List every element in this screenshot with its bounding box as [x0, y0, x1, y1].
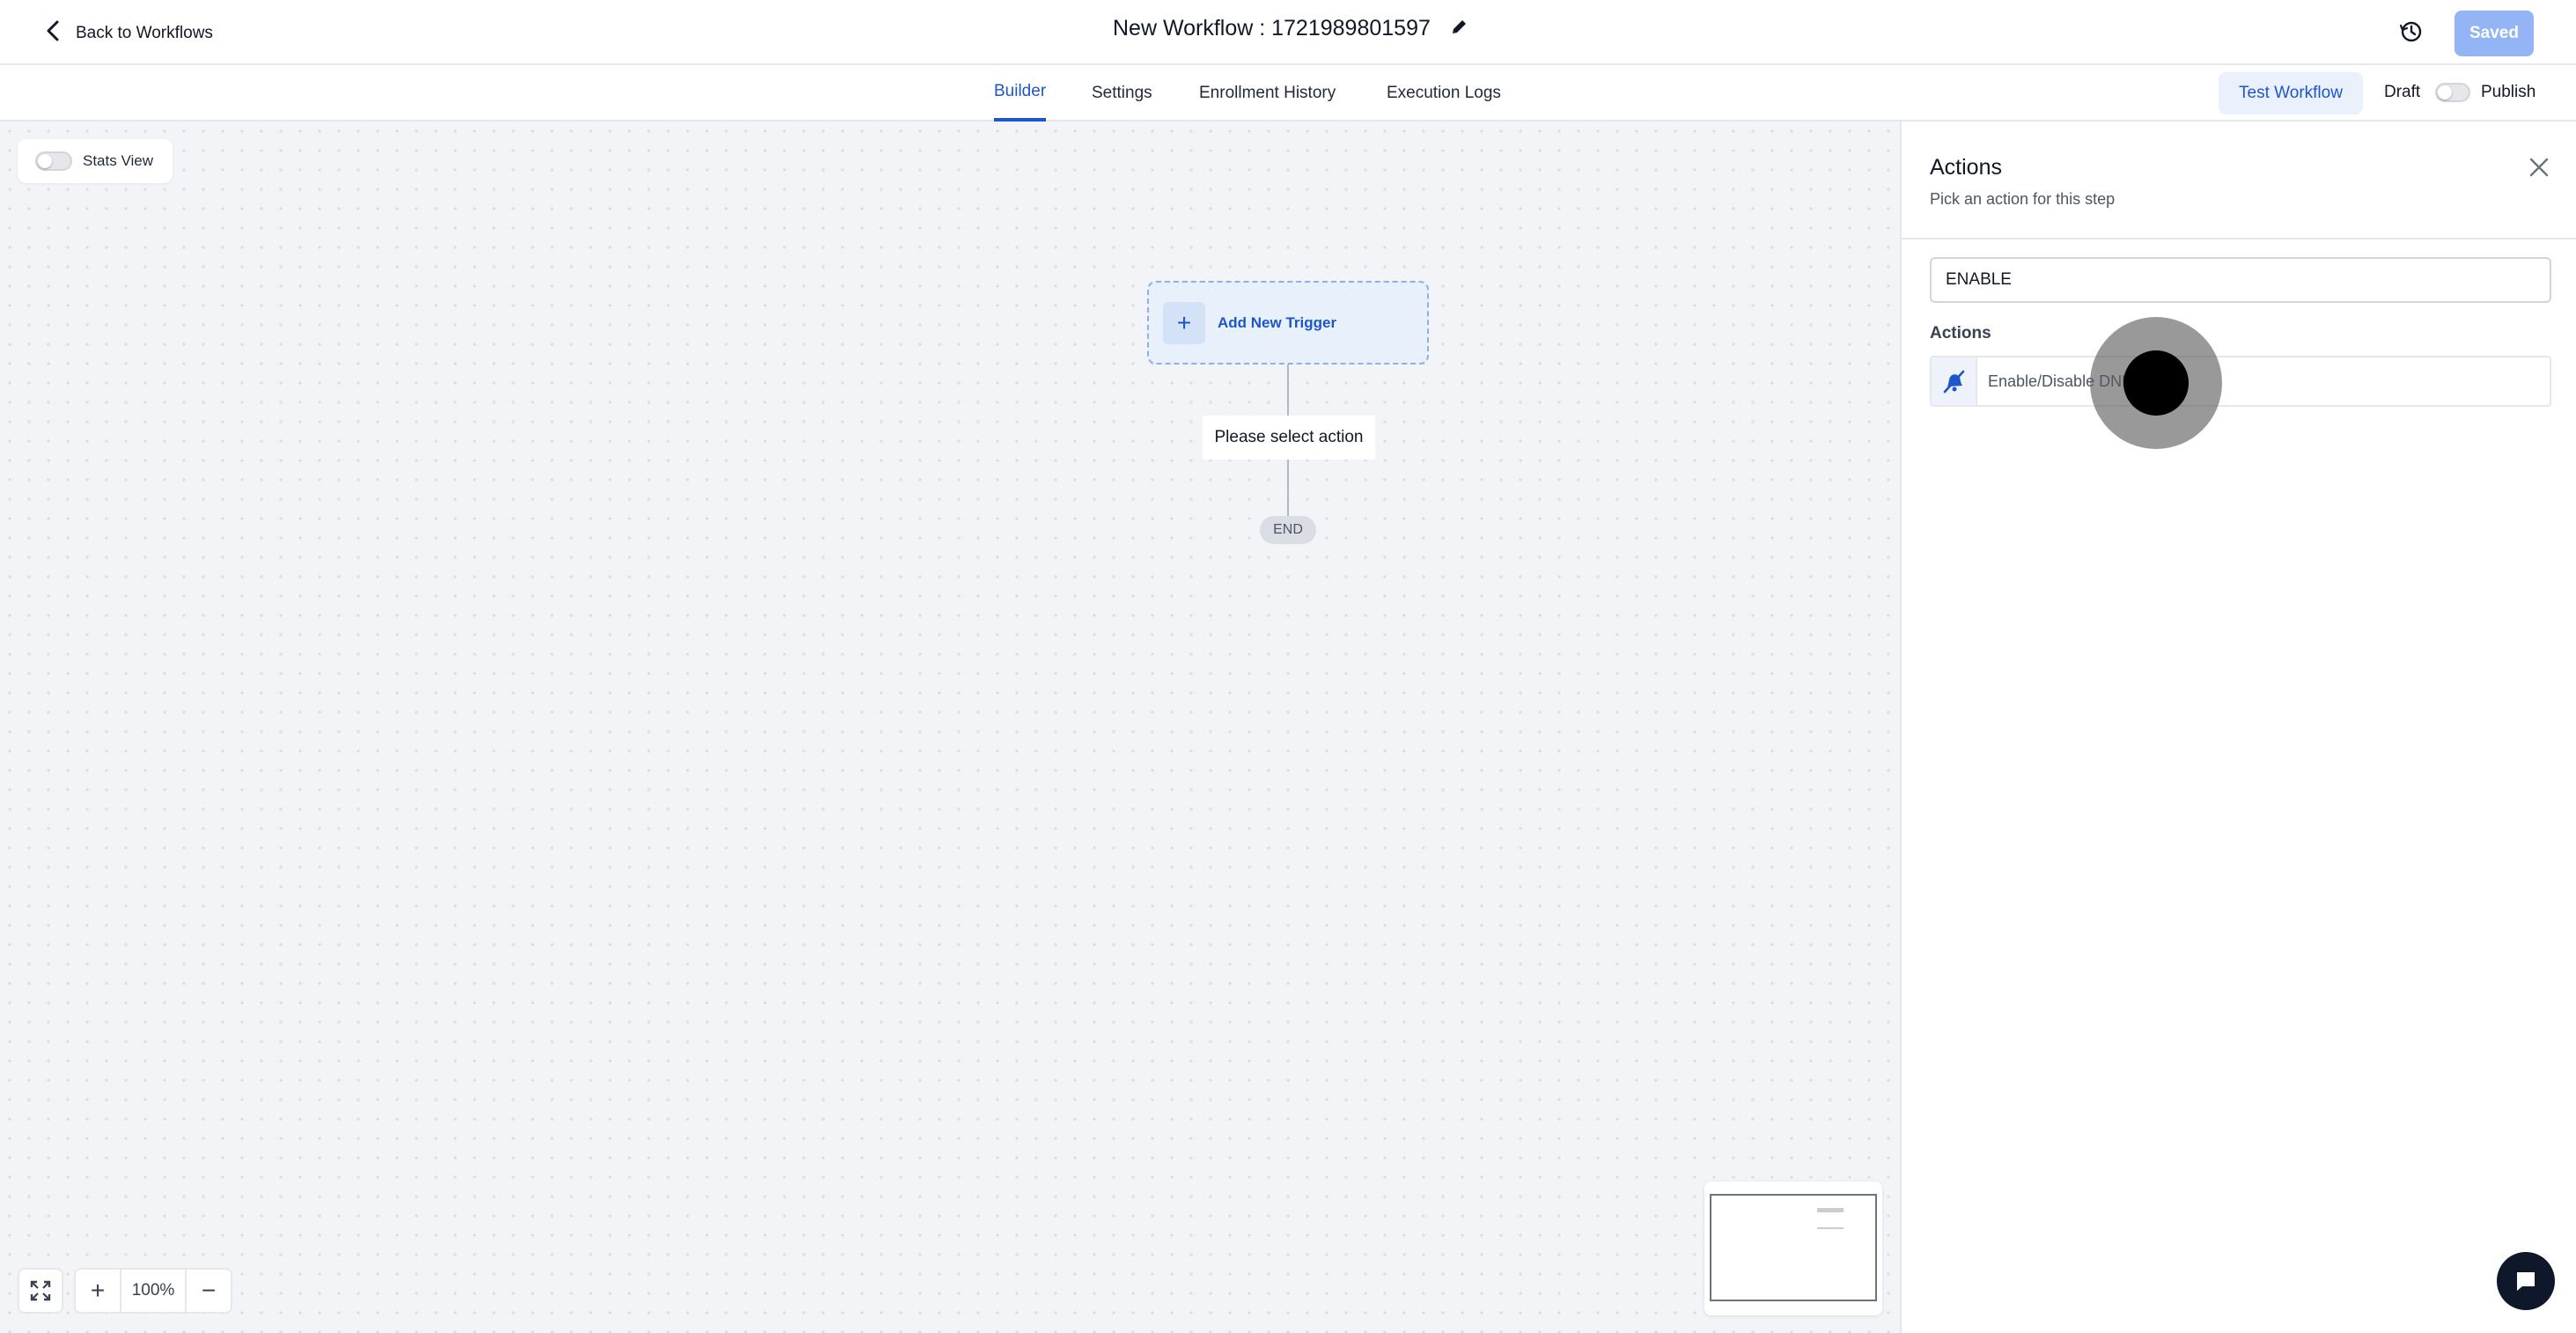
top-header: Back to Workflows New Workflow : 1721989…	[0, 0, 2576, 65]
add-new-trigger-node[interactable]: + Add New Trigger	[1147, 281, 1429, 365]
zoom-level: 100%	[120, 1270, 187, 1312]
trigger-label: Add New Trigger	[1218, 313, 1337, 331]
draft-label: Draft	[2384, 83, 2421, 101]
minimap[interactable]	[1704, 1182, 1882, 1315]
action-search-input[interactable]	[1930, 257, 2551, 303]
panel-title: Actions	[1930, 155, 2002, 180]
publish-label: Publish	[2481, 83, 2536, 101]
select-action-node[interactable]: Please select action	[1203, 416, 1375, 460]
zoom-out-button[interactable]: −	[187, 1270, 231, 1312]
chevron-left-icon	[44, 19, 63, 48]
minimap-node	[1817, 1227, 1844, 1229]
connector-line	[1287, 365, 1289, 416]
expand-icon	[30, 1280, 51, 1301]
minimap-viewport[interactable]	[1710, 1194, 1877, 1301]
divider	[1902, 238, 2576, 239]
stats-view-label: Stats View	[83, 152, 154, 169]
publish-toggle[interactable]	[2435, 83, 2470, 102]
click-indicator-dot	[2123, 350, 2189, 416]
back-label: Back to Workflows	[76, 24, 213, 42]
plus-icon: +	[1163, 301, 1205, 344]
fit-view-button[interactable]	[18, 1268, 63, 1314]
workflow-title-group: New Workflow : 1721989801597	[1113, 16, 1469, 41]
actions-panel: Actions Pick an action for this step Act…	[1900, 122, 2576, 1333]
pencil-icon[interactable]	[1450, 17, 1469, 41]
connector-line	[1287, 460, 1289, 516]
chat-icon	[2517, 1272, 2535, 1291]
close-icon[interactable]	[2527, 155, 2551, 180]
action-item-enable-disable-dnd[interactable]: Enable/Disable DND	[1930, 356, 2551, 407]
end-node: END	[1260, 516, 1316, 544]
zoom-controls: + 100% −	[18, 1268, 232, 1314]
actions-section-label: Actions	[1930, 324, 1991, 342]
saved-button[interactable]: Saved	[2455, 11, 2534, 56]
bell-off-icon	[1932, 357, 1977, 405]
stats-view-toggle[interactable]	[35, 151, 72, 171]
tab-builder[interactable]: Builder	[994, 65, 1047, 122]
minimap-node	[1817, 1208, 1844, 1212]
workflow-title: New Workflow : 1721989801597	[1113, 16, 1431, 41]
zoom-stepper: + 100% −	[74, 1268, 232, 1314]
chat-launcher-button[interactable]	[2497, 1252, 2555, 1310]
panel-subtitle: Pick an action for this step	[1930, 190, 2116, 208]
zoom-in-button[interactable]: +	[76, 1270, 120, 1312]
history-icon[interactable]	[2398, 18, 2425, 45]
tab-execution-logs[interactable]: Execution Logs	[1387, 65, 1501, 122]
tab-settings[interactable]: Settings	[1092, 65, 1152, 122]
back-to-workflows-link[interactable]: Back to Workflows	[44, 19, 213, 48]
stats-view-control: Stats View	[18, 139, 173, 183]
tab-bar: Builder Settings Enrollment History Exec…	[0, 65, 2576, 122]
workflow-canvas[interactable]: Stats View + Add New Trigger Please sele…	[0, 122, 1900, 1333]
tab-enrollment-history[interactable]: Enrollment History	[1199, 65, 1336, 122]
test-workflow-button[interactable]: Test Workflow	[2219, 72, 2363, 114]
